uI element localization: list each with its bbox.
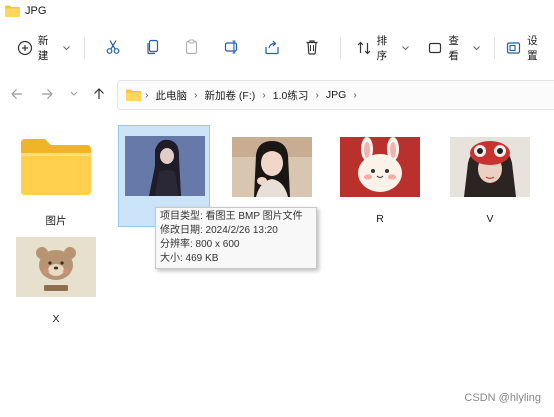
plus-circle-icon [16,39,34,57]
breadcrumb-current[interactable]: JPG [326,89,346,101]
item-label: X [52,313,60,325]
settings-button[interactable]: 设置 [503,34,554,62]
delete-button[interactable] [292,34,332,62]
toolbar-separator [494,37,496,59]
command-bar: 新建 排序 查看 设置 [0,28,554,68]
new-button-label: 新建 [37,35,49,62]
folder-icon [19,137,93,197]
item-label: 图片 [45,215,67,227]
share-button[interactable] [252,34,292,62]
new-button[interactable]: 新建 [10,34,76,62]
watermark: CSDN @hlyling [464,392,541,404]
scissors-icon [105,39,121,58]
clipboard-icon [184,38,200,58]
share-icon [264,39,280,58]
view-icon [427,39,445,57]
settings-button-label: 设置 [527,35,538,62]
rename-icon [224,39,240,58]
image-thumbnail [16,237,96,297]
breadcrumb-chevron-icon[interactable]: › [262,89,266,101]
settings-icon [505,39,523,57]
back-button[interactable] [9,86,25,102]
rename-button[interactable] [212,34,252,62]
forward-button[interactable] [39,86,55,102]
title-bar: JPG [0,0,554,22]
trash-icon [304,39,320,58]
image-thumbnail [340,137,420,197]
arrow-left-icon [11,89,22,99]
folder-icon [5,5,20,17]
image-thumbnail [232,137,312,197]
copy-icon [145,39,161,58]
chevron-down-icon [62,42,70,54]
tooltip-type: 项目类型: 看图王 BMP 图片文件 [160,211,303,222]
chevron-down-icon [473,42,481,54]
view-button-label: 查看 [448,35,459,62]
tooltip-modified: 修改日期: 2024/2/26 13:20 [160,225,278,236]
paste-button[interactable] [172,34,212,62]
item-label: R [376,213,384,225]
chevron-down-icon [401,42,409,54]
folder-item[interactable]: 图片 [10,127,102,229]
chevron-down-icon [70,91,78,96]
breadcrumb-chevron-icon[interactable]: › [315,89,319,101]
window-title: JPG [25,5,47,17]
breadcrumb-this-pc[interactable]: 此电脑 [156,88,188,103]
view-button[interactable]: 查看 [421,34,487,62]
sort-button[interactable]: 排序 [349,34,415,62]
breadcrumb-chevron-icon[interactable]: › [194,89,198,101]
breadcrumb-chevron-icon[interactable]: › [353,89,357,101]
arrow-right-icon [42,89,53,99]
sort-button-label: 排序 [376,35,388,62]
image-thumbnail [125,136,205,196]
cut-button[interactable] [93,34,133,62]
breadcrumb-folder[interactable]: 1.0练习 [273,88,309,103]
copy-button[interactable] [133,34,173,62]
image-item[interactable]: V [444,127,536,229]
tooltip-resolution: 分辨率: 800 x 600 [160,239,240,250]
toolbar-separator [83,37,85,59]
breadcrumb-drive[interactable]: 新加卷 (F:) [205,88,256,103]
toolbar-separator [339,37,341,59]
arrow-up-icon [94,88,104,99]
item-label: V [486,213,494,225]
sort-icon [355,39,373,57]
image-thumbnail [450,137,530,197]
up-button[interactable] [91,86,107,102]
address-bar[interactable]: › 此电脑 › 新加卷 (F:) › 1.0练习 › JPG › [117,80,554,110]
navigation-row: › 此电脑 › 新加卷 (F:) › 1.0练习 › JPG › [0,78,554,112]
image-item[interactable]: X [10,227,102,329]
recent-locations-button[interactable] [66,86,82,102]
tooltip-size: 大小: 469 KB [160,253,219,264]
folder-icon [126,89,141,101]
breadcrumb-chevron-icon[interactable]: › [145,89,149,101]
image-item[interactable]: R [334,127,426,229]
file-info-tooltip: 项目类型: 看图王 BMP 图片文件 修改日期: 2024/2/26 13:20… [155,207,317,269]
